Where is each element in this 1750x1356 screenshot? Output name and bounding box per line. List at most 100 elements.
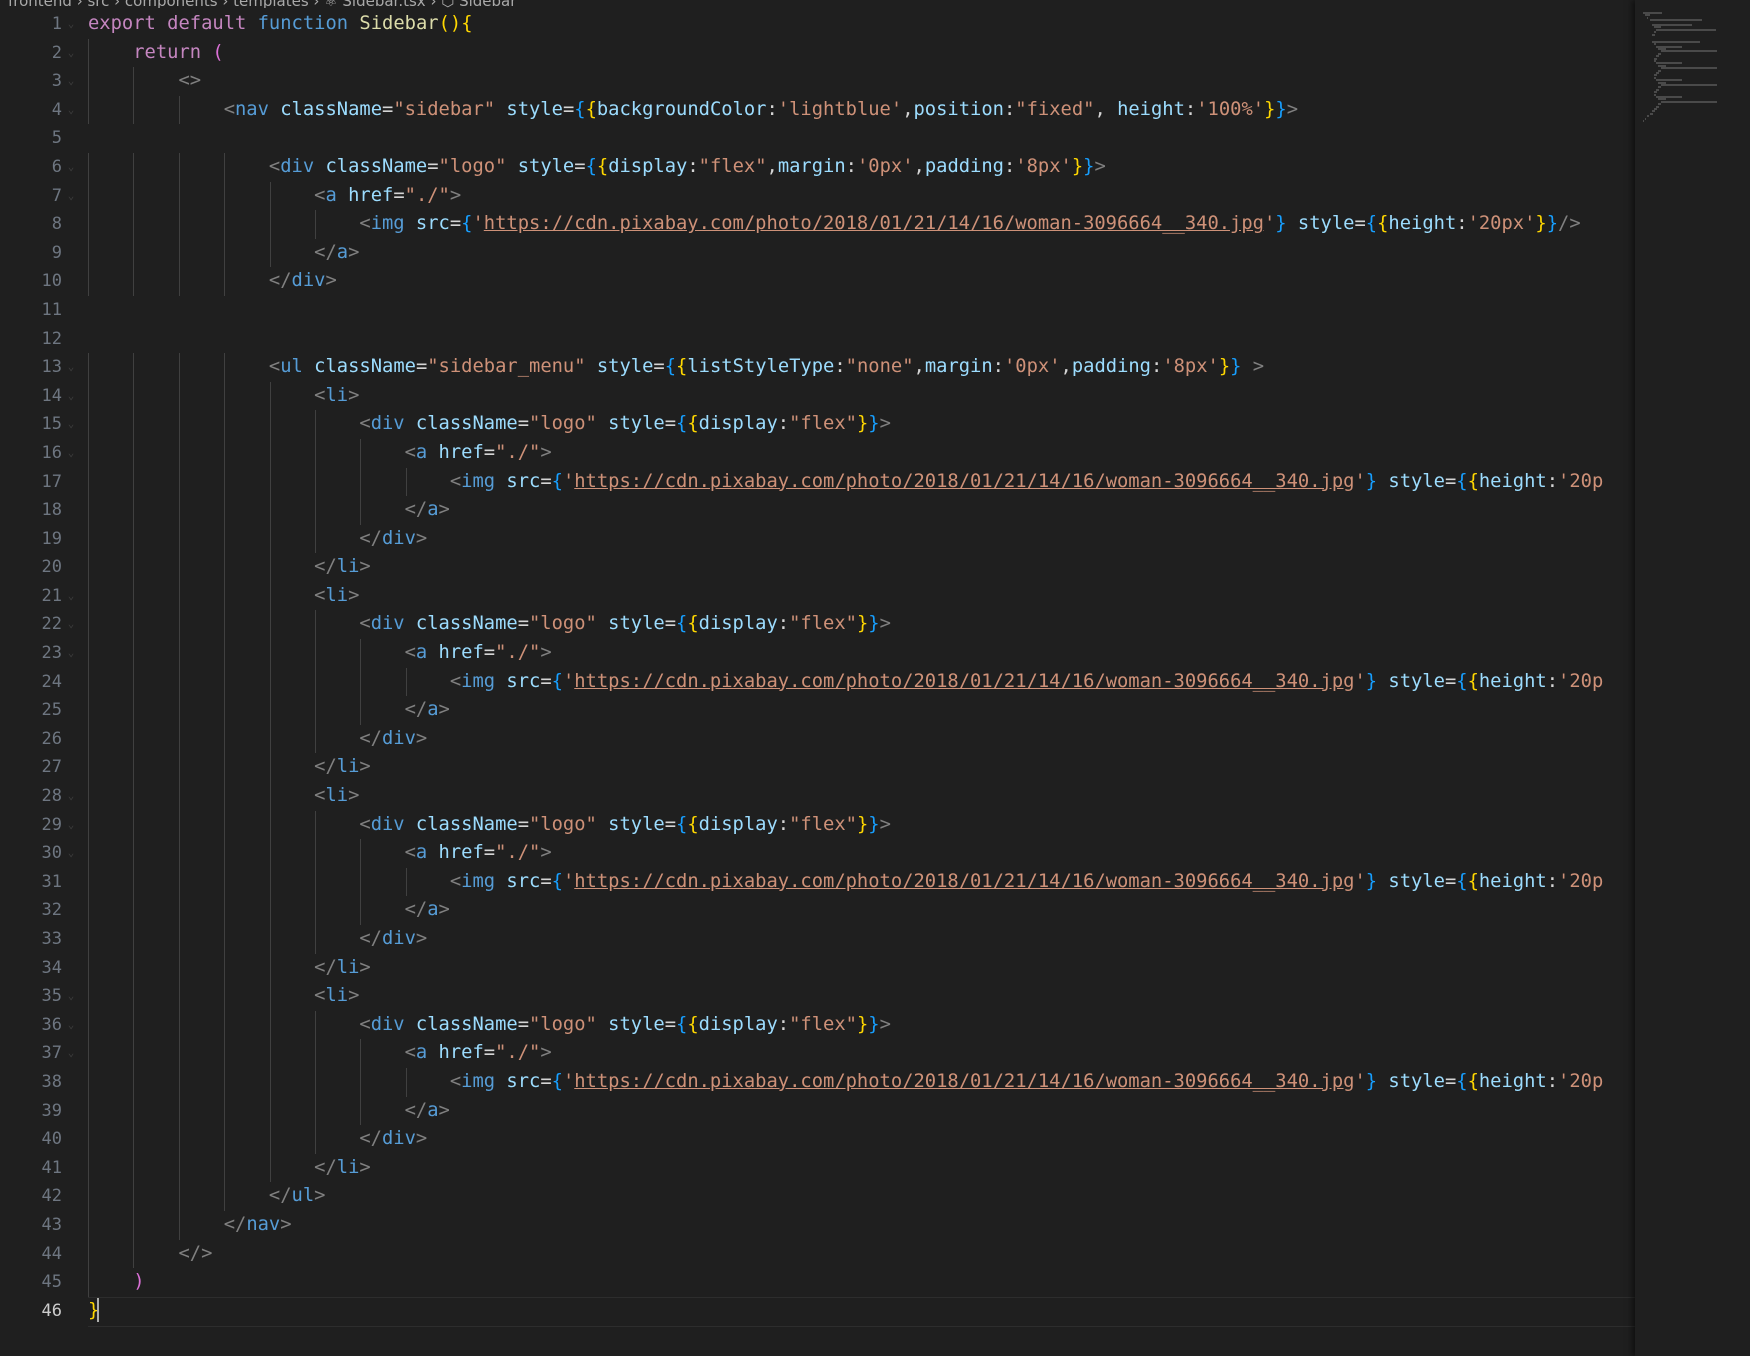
code-line[interactable]: <a href="./"> — [88, 181, 1635, 211]
code-line[interactable]: </div> — [88, 524, 1635, 554]
code-line[interactable]: </> — [88, 1239, 1635, 1269]
minimap[interactable] — [1635, 0, 1750, 1356]
code-line[interactable]: </div> — [88, 925, 1635, 954]
code-line[interactable]: </ul> — [88, 1182, 1635, 1211]
fold-chevron-icon[interactable]: ⌄ — [62, 353, 80, 382]
code-token: "./" — [495, 1042, 541, 1064]
code-line[interactable]: </a> — [88, 496, 1635, 525]
code-line[interactable]: ) — [88, 1268, 1635, 1297]
indent-guide — [224, 496, 226, 525]
fold-chevron-icon[interactable]: ⌄ — [62, 1011, 80, 1040]
code-line[interactable]: </a> — [88, 696, 1635, 725]
code-line[interactable] — [88, 325, 1635, 354]
code-line[interactable]: <li> — [88, 782, 1635, 811]
code-line[interactable]: <img src={'https://cdn.pixabay.com/photo… — [88, 867, 1635, 897]
code-line[interactable]: <div className="logo" style={{display:"f… — [88, 810, 1635, 840]
code-line[interactable]: <ul className="sidebar_menu" style={{lis… — [88, 353, 1635, 382]
code-token: < — [449, 670, 462, 692]
fold-chevron-icon[interactable]: ⌄ — [62, 382, 80, 411]
code-line[interactable]: <a href="./"> — [88, 1039, 1635, 1068]
fold-chevron-icon — [62, 525, 80, 554]
code-line[interactable]: <li> — [88, 982, 1635, 1011]
indent-guide — [315, 867, 316, 897]
fold-chevron-icon[interactable]: ⌄ — [62, 811, 80, 840]
indent-guide — [88, 782, 89, 811]
code-line[interactable]: <a href="./"> — [88, 839, 1635, 868]
code-line[interactable]: } — [88, 1297, 1635, 1326]
code-token: < — [359, 813, 371, 835]
code-line[interactable] — [88, 296, 1635, 325]
code-line[interactable]: <img src={'https://cdn.pixabay.com/photo… — [88, 667, 1635, 697]
text-cursor — [97, 1298, 100, 1323]
code-token: = — [415, 356, 428, 378]
fold-chevron-icon[interactable]: ⌄ — [62, 1039, 80, 1068]
code-token: backgroundColor — [596, 98, 767, 120]
code-token: = — [427, 155, 439, 177]
code-line[interactable]: </nav> — [88, 1210, 1635, 1240]
code-area[interactable]: export default function Sidebar(){ retur… — [88, 10, 1635, 1325]
fold-chevron-icon[interactable]: ⌄ — [62, 782, 80, 811]
code-token: style — [608, 613, 665, 635]
code-line[interactable]: return ( — [88, 38, 1635, 68]
code-line[interactable]: </a> — [88, 238, 1635, 268]
code-token: ul — [280, 356, 303, 378]
code-line[interactable]: </div> — [88, 1125, 1635, 1154]
code-line[interactable]: </li> — [88, 753, 1635, 783]
code-line[interactable]: <> — [88, 67, 1635, 96]
fold-chevron-icon[interactable]: ⌄ — [62, 153, 80, 182]
code-line[interactable]: <div className="logo" style={{display:"f… — [88, 610, 1635, 640]
code-line[interactable]: <li> — [88, 581, 1635, 611]
fold-chevron-icon[interactable]: ⌄ — [62, 639, 80, 668]
code-token: padding — [924, 155, 1004, 177]
code-line[interactable]: </div> — [88, 267, 1635, 296]
indent-guide — [315, 896, 316, 925]
indent-guide — [360, 467, 362, 497]
code-line[interactable]: <img src={'https://cdn.pixabay.com/photo… — [88, 210, 1635, 239]
fold-chevron-icon[interactable]: ⌄ — [62, 67, 80, 96]
code-line[interactable]: <div className="logo" style={{display:"f… — [88, 410, 1635, 439]
code-line[interactable]: <img src={'https://cdn.pixabay.com/photo… — [88, 467, 1635, 497]
code-line[interactable]: <li> — [88, 381, 1635, 411]
code-line[interactable]: <nav className="sidebar" style={{backgro… — [88, 95, 1635, 125]
indent-guide — [133, 438, 135, 468]
fold-gutter[interactable]: ⌄ ⌄ ⌄ ⌄ ⌄ ⌄ ⌄ ⌄ ⌄ ⌄ ⌄ ⌄ ⌄ ⌄ ⌄ ⌄ ⌄ ⌄ ⌄ — [62, 10, 80, 1325]
indent-guide — [178, 581, 180, 611]
code-line[interactable]: </li> — [88, 1153, 1635, 1183]
code-line[interactable]: <div className="logo" style={{display:"f… — [88, 1010, 1635, 1040]
code-token: height — [1388, 213, 1457, 235]
code-line[interactable] — [88, 124, 1635, 153]
breadcrumb[interactable]: frontend › src › components › templates … — [8, 0, 516, 8]
code-line[interactable]: </li> — [88, 953, 1635, 983]
line-number: 24 — [41, 671, 62, 692]
fold-chevron-icon[interactable]: ⌄ — [62, 610, 80, 639]
indent-guide — [133, 896, 135, 925]
code-line[interactable]: <div className="logo" style={{display:"f… — [88, 152, 1635, 182]
fold-chevron-icon[interactable]: ⌄ — [62, 582, 80, 611]
fold-chevron-icon[interactable]: ⌄ — [62, 982, 80, 1011]
code-token: li — [336, 1156, 360, 1178]
code-token: src — [415, 213, 450, 235]
code-line[interactable]: </div> — [88, 724, 1635, 754]
code-token: { — [585, 155, 597, 177]
code-line[interactable]: <a href="./"> — [88, 438, 1635, 468]
code-line[interactable]: </li> — [88, 553, 1635, 582]
fold-chevron-icon[interactable]: ⌄ — [62, 96, 80, 125]
code-token: img — [461, 870, 496, 892]
code-line[interactable]: <img src={'https://cdn.pixabay.com/photo… — [88, 1067, 1635, 1097]
fold-chevron-icon[interactable]: ⌄ — [62, 10, 80, 39]
code-token: > — [438, 499, 450, 521]
code-editor[interactable]: frontend › src › components › templates … — [0, 0, 1635, 1356]
code-line[interactable]: </a> — [88, 896, 1635, 925]
fold-chevron-icon[interactable]: ⌄ — [62, 439, 80, 468]
fold-chevron-icon[interactable]: ⌄ — [62, 410, 80, 439]
code-line[interactable]: export default function Sidebar(){ — [88, 10, 1635, 39]
indent-guide — [88, 1067, 89, 1097]
code-line[interactable]: <a href="./"> — [88, 639, 1635, 668]
fold-chevron-icon[interactable]: ⌄ — [62, 839, 80, 868]
code-token: { — [551, 870, 563, 892]
fold-chevron-icon[interactable]: ⌄ — [62, 39, 80, 68]
code-line[interactable]: </a> — [88, 1096, 1635, 1126]
fold-chevron-icon[interactable]: ⌄ — [62, 182, 80, 211]
